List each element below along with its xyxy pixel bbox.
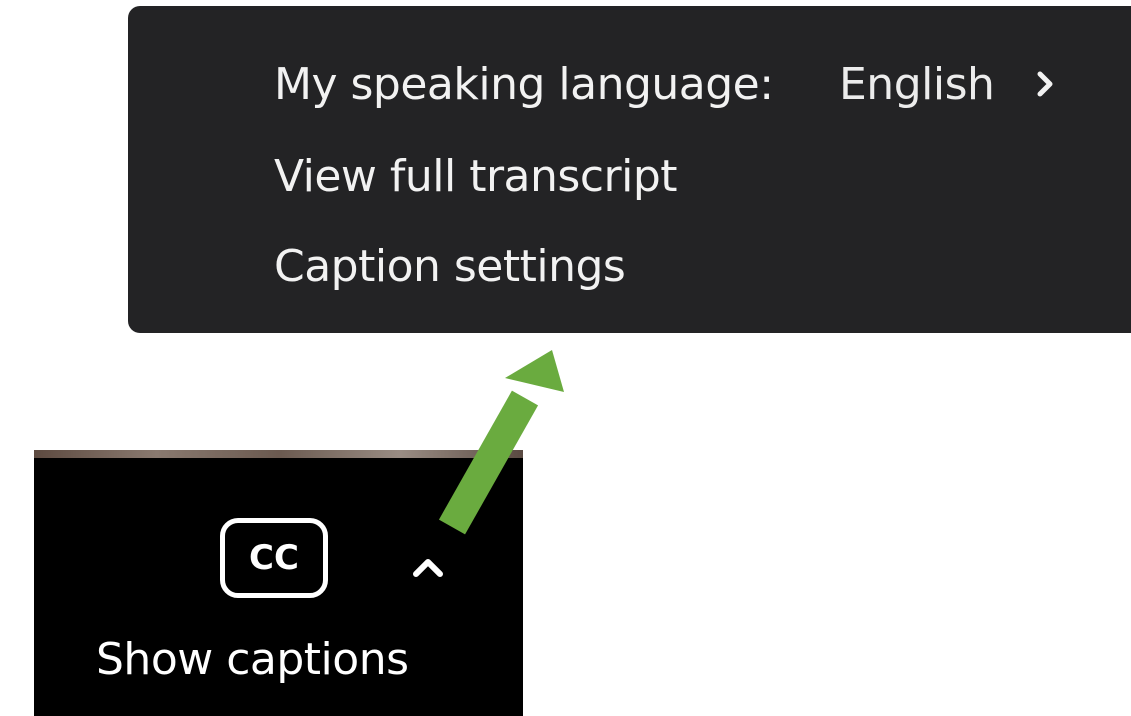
caption-options-menu: My speaking language: English View full … xyxy=(128,6,1131,333)
menu-item-label: My speaking language: xyxy=(274,58,774,110)
chevron-up-icon[interactable] xyxy=(408,554,448,580)
speaking-language-value: English xyxy=(839,58,995,110)
show-captions-label[interactable]: Show captions xyxy=(96,634,409,685)
menu-item-view-full-transcript[interactable]: View full transcript xyxy=(274,146,678,206)
meeting-toolbar: CC Show captions xyxy=(34,450,523,716)
video-strip xyxy=(34,450,523,458)
cc-icon[interactable]: CC xyxy=(220,518,328,598)
menu-item-speaking-language[interactable]: My speaking language: English xyxy=(274,54,1064,114)
menu-item-label: Caption settings xyxy=(274,240,626,292)
chevron-right-icon xyxy=(1037,71,1053,97)
menu-item-caption-settings[interactable]: Caption settings xyxy=(274,236,626,296)
menu-item-label: View full transcript xyxy=(274,150,678,202)
cc-button-label: CC xyxy=(249,538,299,578)
